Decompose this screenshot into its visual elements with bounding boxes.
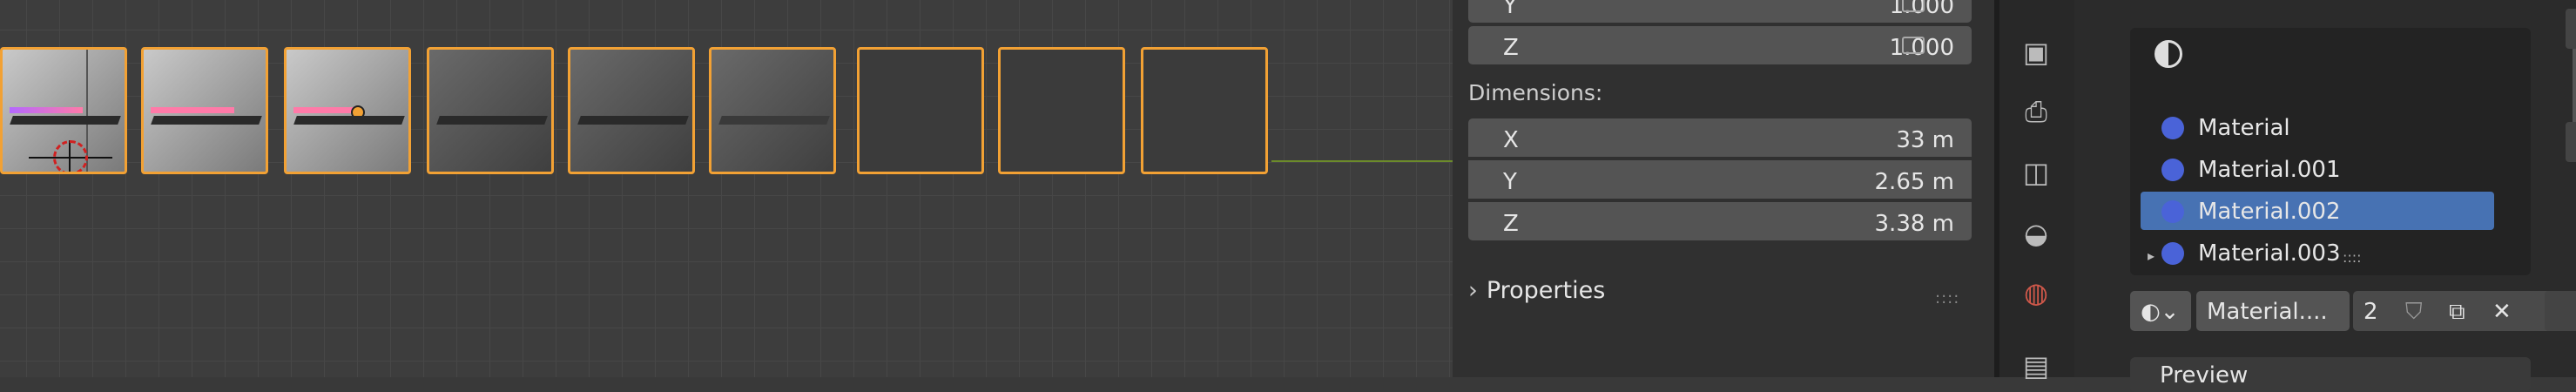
object-thumbnail[interactable] xyxy=(568,47,695,174)
object-thumbnail[interactable] xyxy=(427,47,554,174)
browse-material-button[interactable]: ◐⌄ xyxy=(2130,291,2191,331)
3d-cursor-icon[interactable] xyxy=(53,140,88,172)
slot-add-button-edge[interactable] xyxy=(2566,9,2576,49)
material-slot[interactable]: Material.003 xyxy=(2141,233,2494,272)
render-properties-icon[interactable]: ▣ xyxy=(2019,35,2053,70)
mesh-edge xyxy=(293,107,360,113)
material-slot[interactable]: Material xyxy=(2141,108,2494,146)
object-thumbnail[interactable] xyxy=(284,47,411,174)
scene-properties-icon[interactable]: ◒ xyxy=(2019,216,2053,251)
field-label: Z xyxy=(1503,211,1519,237)
field-label: Z xyxy=(1503,35,1519,61)
field-value: 33 m xyxy=(1896,127,1954,153)
object-shadow xyxy=(293,116,405,125)
scale-y-field[interactable]: Y 1.000 xyxy=(1468,0,1972,23)
material-actions-group: 2 ⛉ ⧉ ✕ xyxy=(2353,291,2573,331)
material-sphere-icon xyxy=(2161,159,2184,181)
object-thumbnail[interactable] xyxy=(141,47,268,174)
lock-icon[interactable] xyxy=(1902,0,1925,12)
dimensions-heading: Dimensions: xyxy=(1468,80,1603,105)
mesh-edge xyxy=(10,107,83,113)
unlink-close-icon[interactable]: ✕ xyxy=(2492,299,2512,325)
material-sphere-icon xyxy=(2161,117,2184,139)
field-label: Y xyxy=(1503,169,1517,195)
material-sphere-icon xyxy=(2161,242,2184,265)
user-count-button[interactable]: 2 xyxy=(2364,299,2378,325)
mesh-edge xyxy=(151,107,234,113)
object-thumbnail[interactable] xyxy=(1141,47,1268,174)
properties-subpanel-header[interactable]: › Properties xyxy=(1468,277,1605,304)
object-shadow xyxy=(151,116,262,125)
x-axis-line xyxy=(1271,160,1453,162)
node-tree-filter-icon[interactable] xyxy=(2545,291,2576,331)
dimension-x-field[interactable]: X 33 m xyxy=(1468,118,1972,157)
field-label: Y xyxy=(1503,0,1517,19)
unlock-icon[interactable] xyxy=(1902,37,1925,54)
material-sphere-icon xyxy=(2161,200,2184,223)
material-name-field[interactable]: Material.... xyxy=(2196,291,2350,331)
field-value: 2.65 m xyxy=(1874,169,1954,195)
field-value: 3.38 m xyxy=(1874,211,1954,237)
output-properties-icon[interactable]: ⎙ xyxy=(2019,94,2053,129)
material-slot-name: Material.003 xyxy=(2198,240,2341,267)
collection-properties-icon[interactable]: ▤ xyxy=(2019,348,2053,383)
properties-tab-bar: ▣ ⎙ ◫ ◒ ◍ ▤ xyxy=(1999,0,2074,382)
world-properties-icon[interactable]: ◍ xyxy=(2019,275,2053,310)
object-shadow xyxy=(718,116,830,125)
object-thumbnail[interactable] xyxy=(998,47,1125,174)
preview-label: Preview xyxy=(2160,362,2249,389)
dimension-y-field[interactable]: Y 2.65 m xyxy=(1468,160,1972,199)
preview-panel-header[interactable]: Preview xyxy=(2130,357,2531,392)
material-slot-name: Material xyxy=(2198,115,2290,141)
view-layer-icon[interactable]: ◫ xyxy=(2019,155,2053,190)
object-thumbnail[interactable] xyxy=(0,47,127,174)
field-label: X xyxy=(1503,127,1519,153)
3d-viewport[interactable] xyxy=(0,0,1453,377)
material-slot-selected[interactable]: Material.002 xyxy=(2141,192,2494,230)
slot-specials-button-edge[interactable] xyxy=(2566,122,2576,162)
drag-handle-icon[interactable]: :::: xyxy=(1935,289,1959,308)
item-transform-panel: Y 1.000 Z 1.000 Dimensions: X 33 m Y 2.6… xyxy=(1453,0,1994,377)
material-name: Material.... xyxy=(2207,299,2328,325)
object-shadow xyxy=(577,116,689,125)
expand-triangle-icon[interactable]: ▸ xyxy=(2148,247,2155,264)
chevron-right-icon: › xyxy=(1468,277,1478,304)
properties-label: Properties xyxy=(1486,277,1606,304)
duplicate-material-icon[interactable]: ⧉ xyxy=(2449,299,2465,326)
scale-z-field[interactable]: Z 1.000 xyxy=(1468,26,1972,64)
material-slot-name: Material.001 xyxy=(2198,157,2341,183)
material-slot[interactable]: Material.001 xyxy=(2141,150,2494,188)
object-shadow xyxy=(10,116,121,125)
material-slot-name: Material.002 xyxy=(2198,199,2341,225)
object-thumbnail[interactable] xyxy=(709,47,836,174)
list-resize-handle-icon[interactable]: :::: xyxy=(2343,249,2362,266)
material-slot-list[interactable]: Material Material.001 Material.002 Mater… xyxy=(2130,28,2576,275)
dimension-z-field[interactable]: Z 3.38 m xyxy=(1468,202,1972,240)
object-shadow xyxy=(436,116,548,125)
fake-user-shield-icon[interactable]: ⛉ xyxy=(2405,299,2423,326)
material-properties: Material Material.001 Material.002 Mater… xyxy=(2074,0,2576,392)
object-thumbnail[interactable] xyxy=(857,47,984,174)
material-browse-icon: ◐⌄ xyxy=(2141,299,2180,325)
material-preview-icon xyxy=(2155,40,2182,68)
